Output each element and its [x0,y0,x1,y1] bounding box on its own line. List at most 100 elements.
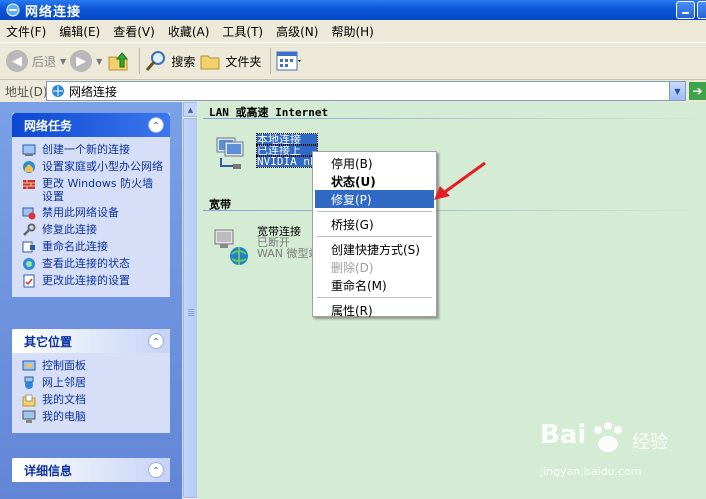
red-arrow-annotation [434,161,486,200]
address-input[interactable]: 网络连接 ▼ [46,81,686,101]
menu-tools[interactable]: 工具(T) [222,23,263,40]
task-create-connection[interactable]: 创建一个新的连接 [22,143,164,157]
go-arrow-icon: ➔ [692,84,703,98]
my-documents-icon [22,394,36,407]
menu-item-properties[interactable]: 属性(R) [315,301,434,319]
scrollbar-thumb[interactable] [183,118,198,498]
other-places-panel: 其它位置 ⌃ 控制面板 网上邻居 我的文档 我的电脑 [12,329,170,433]
menu-separator [317,297,432,298]
network-tasks-list: 创建一个新的连接 设置家庭或小型办公网络 更改 Windows 防火墙设置 禁用… [12,137,170,297]
back-label: 后退 [32,54,57,69]
views-grid-icon [276,51,302,71]
group-divider [203,118,706,119]
menu-edit[interactable]: 编辑(E) [59,23,100,40]
menu-item-create-shortcut[interactable]: 创建快捷方式(S) [315,240,434,258]
place-network-neighborhood[interactable]: 网上邻居 [22,376,164,390]
baidu-watermark: Bai 经验 jingyan.baidu.com [540,420,700,490]
network-connections-icon [52,85,64,97]
connection-device: WAN 微型端 [257,247,320,260]
menu-item-disable[interactable]: 停用(B) [315,154,434,172]
menu-item-delete[interactable]: 删除(D) [315,258,434,276]
watermark-brand: Bai [540,420,587,450]
chevron-down-icon[interactable]: ▼ [669,82,685,100]
context-menu: 停用(B) 状态(U) 修复(P) 桥接(G) 创建快捷方式(S) 删除(D) … [312,151,437,319]
status-icon [23,258,35,270]
maximize-button[interactable] [697,1,706,19]
other-places-title: 其它位置 [24,334,73,349]
toolbar: ◀ 后退 ▼ ▶ ▼ 搜索 文件夹 [0,42,706,80]
title-bar: 网络连接 [0,0,706,20]
new-connection-icon [22,144,36,156]
collapse-icon[interactable]: ⌃ [148,117,164,133]
go-button[interactable]: ➔ [689,82,706,100]
place-my-computer[interactable]: 我的电脑 [22,410,164,424]
menu-file[interactable]: 文件(F) [6,23,46,40]
task-disable-device[interactable]: 禁用此网络设备 [22,206,164,220]
control-panel-icon [22,360,36,371]
disable-device-icon [22,207,36,220]
forward-arrow-icon: ▶ [70,50,93,72]
task-repair-connection[interactable]: 修复此连接 [22,223,164,237]
broadband-connection[interactable]: 宽带连接 已断开 WAN 微型端 [211,226,320,266]
folders-label: 文件夹 [225,54,262,69]
broadband-connection-icon [214,229,248,265]
task-view-status[interactable]: 查看此连接的状态 [22,257,164,271]
other-places-header[interactable]: 其它位置 ⌃ [12,329,170,353]
views-button[interactable] [276,46,302,76]
task-rename-connection[interactable]: 重命名此连接 [22,240,164,254]
chevron-down-icon: ▼ [96,56,103,66]
settings-page-icon [23,274,35,288]
menu-bar: 文件(F) 编辑(E) 查看(V) 收藏(A) 工具(T) 高级(N) 帮助(H… [0,20,706,42]
menu-help[interactable]: 帮助(H) [331,23,373,40]
menu-separator [317,236,432,237]
search-icon [146,51,166,71]
back-button[interactable]: ◀ 后退 ▼ [6,46,66,76]
task-firewall-settings[interactable]: 更改 Windows 防火墙设置 [22,177,164,203]
lan-connection-icon [216,137,244,169]
network-tasks-title: 网络任务 [24,118,73,133]
network-places-icon [24,376,34,389]
local-area-connection-text: 本地连接 已连接上 NVIDIA nF [256,133,318,174]
window-title: 网络连接 [25,4,82,20]
menu-item-bridge[interactable]: 桥接(G) [315,215,434,233]
up-folder-icon [108,52,129,71]
collapse-icon[interactable]: ⌃ [148,462,164,478]
paw-logo-icon [594,422,622,452]
chevron-down-icon: ▼ [60,56,67,66]
collapse-icon[interactable]: ⌃ [148,333,164,349]
address-label: 地址(D) [5,84,48,99]
task-home-network[interactable]: 设置家庭或小型办公网络 [22,160,164,174]
scroll-up-icon[interactable]: ▲ [183,102,198,117]
task-pane-scrollbar[interactable]: ▲ [182,102,198,499]
back-arrow-icon: ◀ [6,50,28,72]
details-panel: 详细信息 ⌃ [12,458,170,482]
menu-item-status[interactable]: 状态(U) [315,172,434,190]
broadband-connection-text: 宽带连接 已断开 WAN 微型端 [257,226,320,266]
menu-separator [317,211,432,212]
menu-item-repair[interactable]: 修复(P) [315,190,434,208]
menu-view[interactable]: 查看(V) [113,23,155,40]
network-tasks-header[interactable]: 网络任务 ⌃ [12,113,170,137]
place-control-panel[interactable]: 控制面板 [22,359,164,373]
up-folder-button[interactable] [106,46,130,76]
search-button[interactable]: 搜索 [145,46,195,76]
wrench-icon [23,223,36,236]
menu-advanced[interactable]: 高级(N) [276,23,318,40]
watermark-sub: 经验 [632,432,668,453]
details-header[interactable]: 详细信息 ⌃ [12,458,170,482]
menu-item-rename[interactable]: 重命名(M) [315,276,434,294]
watermark-url: jingyan.baidu.com [540,465,642,478]
minimize-button[interactable] [676,1,695,19]
rename-icon [22,241,35,253]
toolbar-separator [270,48,272,74]
address-bar: 地址(D) 网络连接 ▼ ➔ [0,80,706,102]
place-my-documents[interactable]: 我的文档 [22,393,164,407]
search-label: 搜索 [171,54,196,69]
local-area-connection[interactable]: 本地连接 已连接上 NVIDIA nF [211,133,318,174]
menu-favorites[interactable]: 收藏(A) [168,23,210,40]
forward-button[interactable]: ▶ ▼ [70,46,102,76]
my-computer-icon [22,410,36,423]
task-change-settings[interactable]: 更改此连接的设置 [22,274,164,288]
toolbar-separator [139,48,141,74]
folders-button[interactable]: 文件夹 [199,46,261,76]
